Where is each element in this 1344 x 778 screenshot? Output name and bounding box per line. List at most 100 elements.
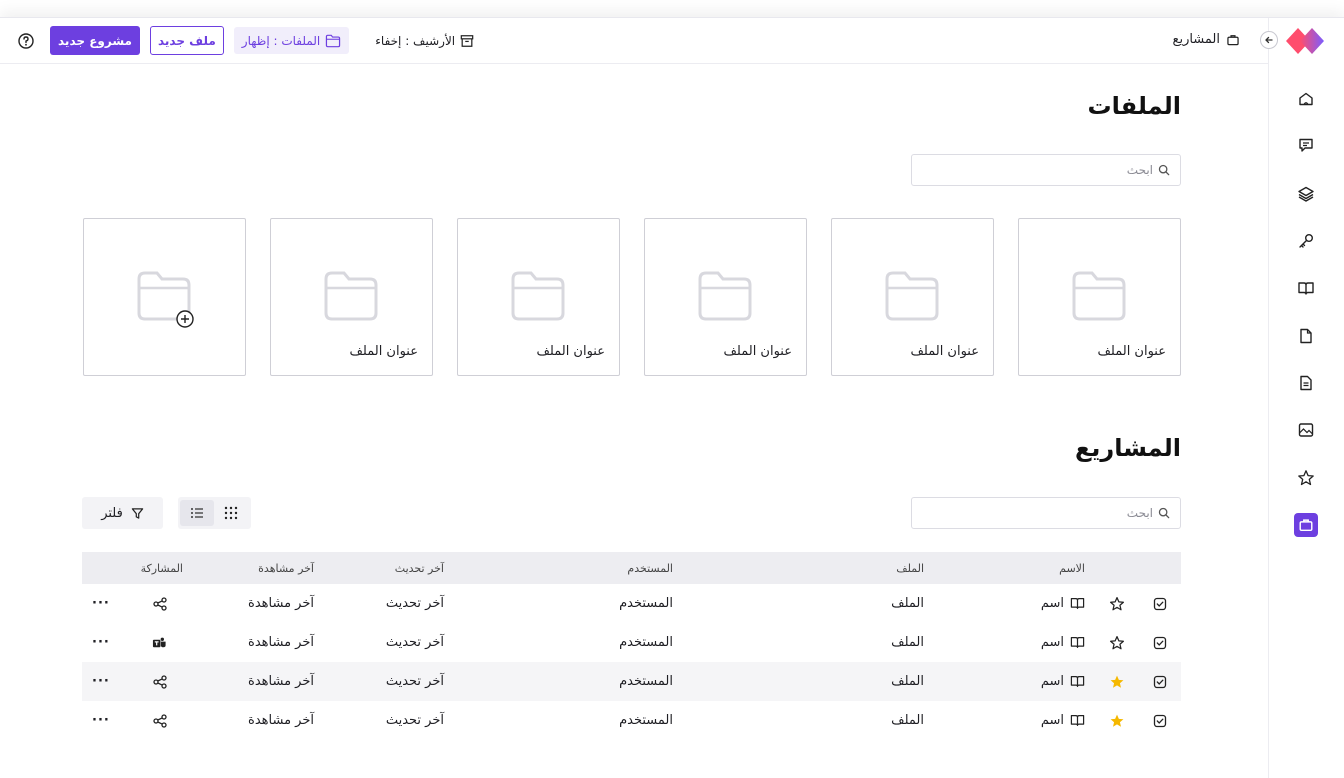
- breadcrumb-label: المشاريع: [1172, 32, 1220, 47]
- book-icon: [1298, 282, 1314, 295]
- row-name-text: اسم: [1040, 713, 1064, 728]
- breadcrumb[interactable]: المشاريع: [1173, 32, 1240, 47]
- toolbar: مشروع جديد ملف جديد الملفات : إظهار الأر…: [12, 26, 482, 55]
- file-card[interactable]: عنوان الملف: [644, 218, 807, 376]
- row-user: المستخدم: [619, 596, 673, 611]
- table-row[interactable]: اسم الملف المستخدم آخر تحديث آخر مشاهدة ···: [82, 701, 1181, 740]
- files-section-title: الملفات: [1087, 92, 1181, 120]
- row-favorite-toggle[interactable]: [1109, 584, 1125, 623]
- row-more-button[interactable]: ···: [92, 701, 110, 740]
- sidebar-item-keys[interactable]: [1294, 229, 1318, 253]
- file-card[interactable]: عنوان الملف: [270, 218, 433, 376]
- row-viewed: آخر مشاهدة: [248, 635, 314, 650]
- column-header-sharing[interactable]: المشاركة: [141, 552, 183, 584]
- sidebar: [1260, 18, 1344, 778]
- row-checkbox[interactable]: [1153, 584, 1167, 623]
- row-more-button[interactable]: ···: [92, 662, 110, 701]
- file-card-title: عنوان الملف: [1097, 344, 1166, 359]
- table-row[interactable]: اسم الملف المستخدم آخر تحديث آخر مشاهدة ···: [82, 662, 1181, 701]
- row-favorite-toggle[interactable]: [1109, 701, 1125, 740]
- row-share-button[interactable]: [153, 662, 167, 701]
- sidebar-item-library[interactable]: [1294, 276, 1318, 300]
- row-checkbox[interactable]: [1153, 623, 1167, 662]
- grid-view-button[interactable]: [214, 500, 248, 526]
- sidebar-item-projects[interactable]: [1294, 513, 1318, 537]
- sidebar-item-documents[interactable]: [1294, 371, 1318, 395]
- row-share-button[interactable]: [153, 701, 167, 740]
- file-card[interactable]: عنوان الملف: [457, 218, 620, 376]
- files-search-input[interactable]: ابحث: [911, 154, 1181, 186]
- row-checkbox[interactable]: [1153, 662, 1167, 701]
- book-icon: [1070, 715, 1085, 726]
- column-header-name[interactable]: الاسم: [1059, 552, 1085, 584]
- archive-toggle-label: الأرشيف : إخفاء: [375, 33, 456, 48]
- add-file-card[interactable]: [83, 218, 246, 376]
- row-name[interactable]: اسم: [1041, 662, 1085, 701]
- document-icon: [1300, 375, 1312, 391]
- column-header-viewed[interactable]: آخر مشاهدة: [258, 552, 314, 584]
- app-frame: المشاريع مشروع جديد ملف جديد الملفات : إ…: [0, 17, 1344, 778]
- briefcase-icon: [1227, 34, 1239, 45]
- table-row[interactable]: اسم الملف المستخدم آخر تحديث آخر مشاهدة ···: [82, 623, 1181, 662]
- row-file: الملف: [891, 713, 924, 728]
- files-visibility-toggle[interactable]: الملفات : إظهار: [233, 27, 350, 54]
- row-share-button[interactable]: [152, 623, 167, 662]
- folder-icon-wrap: [696, 269, 754, 327]
- file-card-title: عنوان الملف: [536, 344, 605, 359]
- row-updated: آخر تحديث: [385, 674, 444, 689]
- key-icon: [1299, 234, 1313, 248]
- row-name[interactable]: اسم: [1041, 623, 1085, 662]
- share-icon: [153, 674, 167, 689]
- book-icon: [1070, 676, 1085, 687]
- row-name[interactable]: اسم: [1041, 701, 1085, 740]
- help-button[interactable]: [12, 27, 40, 55]
- row-name-text: اسم: [1040, 674, 1064, 689]
- file-card[interactable]: عنوان الملف: [831, 218, 994, 376]
- row-share-button[interactable]: [153, 584, 167, 623]
- new-file-button[interactable]: ملف جديد: [149, 26, 224, 55]
- star-outline-icon: [1109, 635, 1125, 649]
- row-file: الملف: [891, 635, 924, 650]
- list-view-button[interactable]: [180, 500, 214, 526]
- row-more-button[interactable]: ···: [92, 623, 110, 662]
- help-icon: [18, 32, 34, 49]
- row-file: الملف: [891, 674, 924, 689]
- view-mode-toggle: [178, 497, 251, 529]
- row-checkbox[interactable]: [1153, 701, 1167, 740]
- folder-icon: [885, 271, 939, 321]
- checkbox-icon: [1153, 675, 1167, 688]
- share-icon: [153, 713, 167, 728]
- row-favorite-toggle[interactable]: [1109, 623, 1125, 662]
- row-name[interactable]: اسم: [1041, 584, 1085, 623]
- checkbox-icon: [1153, 597, 1167, 610]
- filter-button[interactable]: فلتر: [82, 497, 163, 529]
- star-icon: [1298, 470, 1314, 486]
- column-header-file[interactable]: الملف: [896, 552, 924, 584]
- column-header-user[interactable]: المستخدم: [627, 552, 673, 584]
- app-logo[interactable]: [1284, 26, 1328, 56]
- row-more-button[interactable]: ···: [92, 584, 110, 623]
- folder-icon: [324, 271, 378, 321]
- grid-dots-icon: [224, 506, 238, 520]
- sidebar-item-favorites[interactable]: [1294, 466, 1318, 490]
- archive-visibility-toggle[interactable]: الأرشيف : إخفاء: [367, 27, 482, 54]
- column-header-updated[interactable]: آخر تحديث: [395, 552, 444, 584]
- image-icon: [1298, 423, 1314, 437]
- new-project-button[interactable]: مشروع جديد: [50, 26, 140, 55]
- file-card[interactable]: عنوان الملف: [1018, 218, 1181, 376]
- archive-icon: [460, 34, 474, 47]
- file-card-title: عنوان الملف: [349, 344, 418, 359]
- filter-label: فلتر: [101, 505, 123, 521]
- files-search-placeholder: ابحث: [1126, 163, 1153, 177]
- sidebar-item-files[interactable]: [1294, 324, 1318, 348]
- sidebar-item-images[interactable]: [1294, 418, 1318, 442]
- sidebar-item-layers[interactable]: [1294, 182, 1318, 206]
- files-toggle-label: الملفات : إظهار: [241, 33, 321, 48]
- checkbox-icon: [1153, 714, 1167, 727]
- table-row[interactable]: اسم الملف المستخدم آخر تحديث آخر مشاهدة ···: [82, 584, 1181, 623]
- sidebar-item-messages[interactable]: [1294, 133, 1318, 157]
- home-icon: [1299, 92, 1313, 106]
- sidebar-item-home[interactable]: [1294, 87, 1318, 111]
- row-favorite-toggle[interactable]: [1109, 662, 1125, 701]
- projects-search-input[interactable]: ابحث: [911, 497, 1181, 529]
